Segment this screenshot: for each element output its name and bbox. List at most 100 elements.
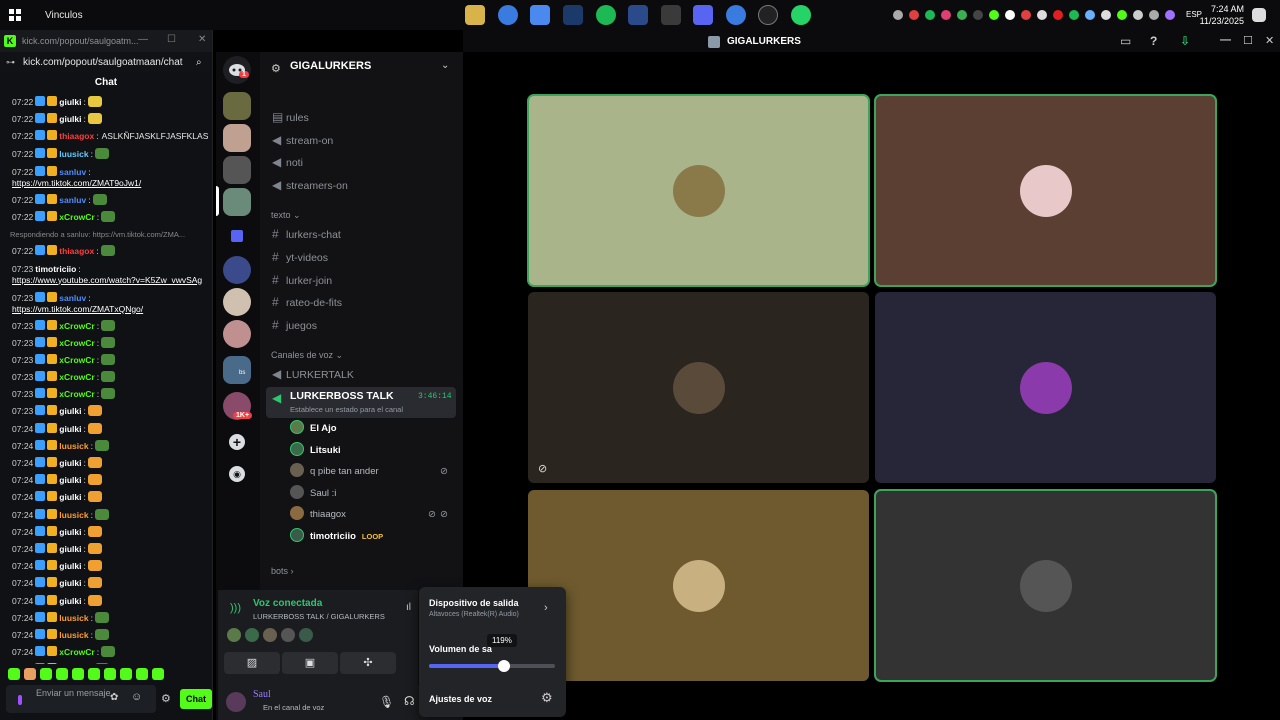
message-username[interactable]: giulki (59, 114, 81, 124)
tray-icon[interactable] (1149, 10, 1159, 20)
settings-gear-icon[interactable]: ⚙ (161, 692, 171, 705)
tray-icon[interactable] (925, 10, 935, 20)
app-icon[interactable] (661, 5, 681, 25)
chevron-right-icon[interactable]: › (544, 602, 548, 614)
chat-message[interactable]: 07:22 giulki: (0, 111, 210, 128)
chat-message[interactable]: 07:24 giulki: (0, 558, 210, 575)
chat-message[interactable]: 07:22 sanluv: https://vm.tiktok.com/ZMAT9o… (0, 163, 210, 192)
voice-channel-lurkertalk[interactable]: ◀ LURKERTALK (272, 364, 452, 384)
server-icon[interactable] (223, 156, 251, 184)
message-link[interactable]: https://www.youtube.com/watch?v=K5Zw_vwv… (12, 275, 202, 285)
store-icon[interactable] (628, 5, 648, 25)
inbox-icon[interactable]: ▭ (1120, 34, 1131, 48)
video-tile[interactable] (875, 292, 1216, 483)
spotify-icon[interactable] (596, 5, 616, 25)
message-username[interactable]: luusick (59, 510, 88, 520)
video-tile[interactable] (528, 490, 869, 681)
message-username[interactable]: giulki (59, 97, 81, 107)
chat-message[interactable]: 07:23 xCrowCr: (0, 318, 210, 335)
chat-message[interactable]: 07:24 xCrowCr: (0, 644, 210, 661)
whatsapp-icon[interactable] (791, 5, 811, 25)
chat-input[interactable]: Enviar un mensaje ✿ ☺ (6, 685, 156, 713)
start-button[interactable] (0, 0, 30, 30)
tray-icon[interactable] (989, 10, 999, 20)
server-icon[interactable] (223, 92, 251, 120)
obs-icon[interactable] (758, 5, 778, 25)
channel-yt-videos[interactable]: # yt-videos (272, 247, 452, 267)
video-tile[interactable] (874, 94, 1217, 287)
server-icon[interactable] (223, 256, 251, 284)
download-icon[interactable]: ⇩ (1180, 34, 1190, 48)
message-username[interactable]: timotriciio (35, 264, 76, 274)
channel-streamers-on[interactable]: ◀ streamers-on (272, 175, 452, 195)
avatar[interactable] (226, 692, 246, 712)
video-tile[interactable]: ⊘ (528, 292, 869, 483)
channel-status[interactable]: Establece un estado para el canal (290, 405, 403, 414)
screen-share-button[interactable]: ▣ (282, 652, 338, 674)
message-username[interactable]: giulki (59, 578, 81, 588)
category-texto[interactable]: texto ⌄ (271, 210, 301, 221)
chat-message[interactable]: 07:24 luusick: (0, 610, 210, 627)
voice-user[interactable]: Saul :i (290, 485, 455, 503)
url-text[interactable]: kick.com/popout/saulgoatmaan/chat (23, 57, 183, 68)
tray-icon[interactable] (1117, 10, 1127, 20)
server-name[interactable]: GIGALURKERS (290, 60, 371, 72)
chat-message[interactable]: 07:24 luusick: (0, 507, 210, 524)
channel-lurker-join[interactable]: # lurker-join (272, 270, 452, 290)
chat-messages[interactable]: 07:22 giulki:07:22 giulki:07:22 thiaagox: AS… (0, 94, 210, 664)
chat-message[interactable]: 07:24 giulki: (0, 575, 210, 592)
video-tile[interactable] (874, 489, 1217, 682)
chat-message[interactable]: 07:24 giulki: (0, 455, 210, 472)
output-device-title[interactable]: Dispositivo de salida (429, 598, 519, 608)
voice-user[interactable]: q pibe tan ander ⊘ (290, 463, 455, 481)
channel-rules[interactable]: ▤ rules (272, 107, 452, 127)
copilot-icon[interactable] (530, 5, 550, 25)
tray-icon[interactable] (893, 10, 903, 20)
add-server-icon[interactable]: + (229, 434, 245, 450)
chrome-profile-icon[interactable] (726, 5, 746, 25)
tray-icon[interactable] (1005, 10, 1015, 20)
chat-message[interactable]: 07:22 giulki: (0, 94, 210, 111)
tray-icon[interactable] (1133, 10, 1143, 20)
chat-message[interactable]: 07:24 giulki: (0, 472, 210, 489)
site-settings-icon[interactable]: ⊶ (6, 57, 15, 68)
clock[interactable]: 7:24 AM 11/23/2025 (1200, 3, 1244, 27)
chat-message[interactable]: 07:23 xCrowCr: (0, 386, 210, 403)
emoji-icon[interactable]: ☺ (131, 692, 142, 703)
voice-settings-label[interactable]: Ajustes de voz (429, 694, 492, 704)
folder-icon[interactable] (231, 230, 243, 242)
minimize-icon[interactable]: — (138, 34, 148, 45)
microphone-icon[interactable]: 🎙︎ (379, 695, 394, 709)
notifications-icon[interactable] (1252, 8, 1266, 22)
message-username[interactable]: giulki (59, 596, 81, 606)
message-username[interactable]: luusick (59, 149, 88, 159)
chat-message[interactable]: 07:22 thiaagox: ASLKÑFJASKLFJASFKLAS (0, 128, 210, 145)
chat-message[interactable]: 07:24 giulki: (0, 524, 210, 541)
message-username[interactable]: luusick (59, 630, 88, 640)
tray-icon[interactable] (909, 10, 919, 20)
channel-noti[interactable]: ◀ noti (272, 152, 452, 172)
mic-muted-icon[interactable] (1021, 10, 1031, 20)
voice-connected-sub[interactable]: LURKERBOSS TALK / GIGALURKERS (253, 612, 385, 621)
message-username[interactable]: thiaagox (59, 246, 94, 256)
message-username[interactable]: xCrowCr (59, 389, 94, 399)
explore-icon[interactable]: ◉ (229, 466, 245, 482)
voice-user[interactable]: timotriciio LOOP (290, 528, 455, 546)
message-username[interactable]: xCrowCr (59, 647, 94, 657)
chat-message[interactable]: 07:24 giulki: (0, 421, 210, 438)
output-device-name[interactable]: Altavoces (Realtek(R) Audio) (429, 611, 519, 618)
message-username[interactable]: giulki (59, 561, 81, 571)
tray-icon[interactable] (957, 10, 967, 20)
video-tile[interactable] (527, 94, 870, 287)
chat-message[interactable]: 07:23 xCrowCr: (0, 335, 210, 352)
message-username[interactable]: xCrowCr (59, 321, 94, 331)
message-username[interactable]: xCrowCr (59, 338, 94, 348)
message-username[interactable]: giulki (59, 492, 81, 502)
category-voice[interactable]: Canales de voz ⌄ (271, 350, 343, 361)
message-username[interactable]: thiaagox (59, 131, 94, 141)
channel-stream-on[interactable]: ◀ stream-on (272, 130, 452, 150)
tray-icon[interactable] (1053, 10, 1063, 20)
message-username[interactable]: xCrowCr (59, 212, 94, 222)
message-username[interactable]: xCrowCr (59, 355, 94, 365)
minimize-icon[interactable]: — (1220, 34, 1231, 46)
